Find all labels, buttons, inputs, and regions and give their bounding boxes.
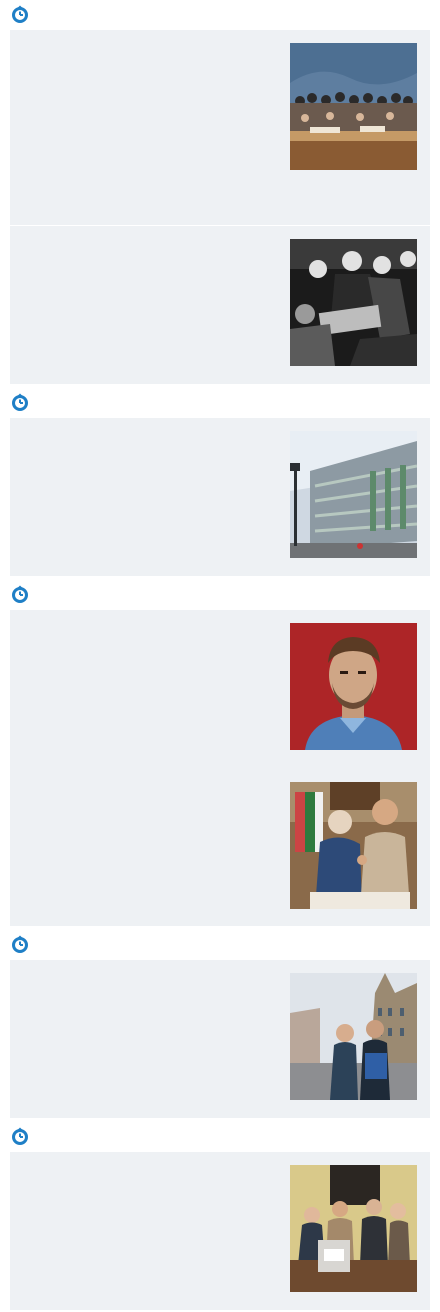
clock-icon [12, 5, 28, 23]
thumbnail-handshake[interactable] [290, 782, 417, 909]
thumbnail-meeting-table[interactable] [290, 43, 417, 170]
section-header [10, 932, 430, 956]
clock-icon [12, 393, 28, 411]
section-header [10, 1124, 430, 1148]
section-header [10, 390, 430, 414]
section-header [10, 2, 430, 26]
clock-icon [12, 1127, 28, 1145]
news-card [10, 960, 430, 1118]
thumbnail-bw-signing[interactable] [290, 239, 417, 366]
news-card [10, 418, 430, 576]
thumbnail-square-couple[interactable] [290, 973, 417, 1100]
news-card [10, 30, 430, 384]
thumbnail-modern-building[interactable] [290, 431, 417, 558]
news-feed [0, 0, 440, 1312]
news-card [10, 1152, 430, 1310]
clock-icon [12, 935, 28, 953]
thumbnail-ballot-box-group[interactable] [290, 1165, 417, 1292]
divider [10, 225, 430, 226]
section-header [10, 582, 430, 606]
clock-icon [12, 585, 28, 603]
news-card [10, 610, 430, 926]
thumbnail-portrait-man[interactable] [290, 623, 417, 750]
